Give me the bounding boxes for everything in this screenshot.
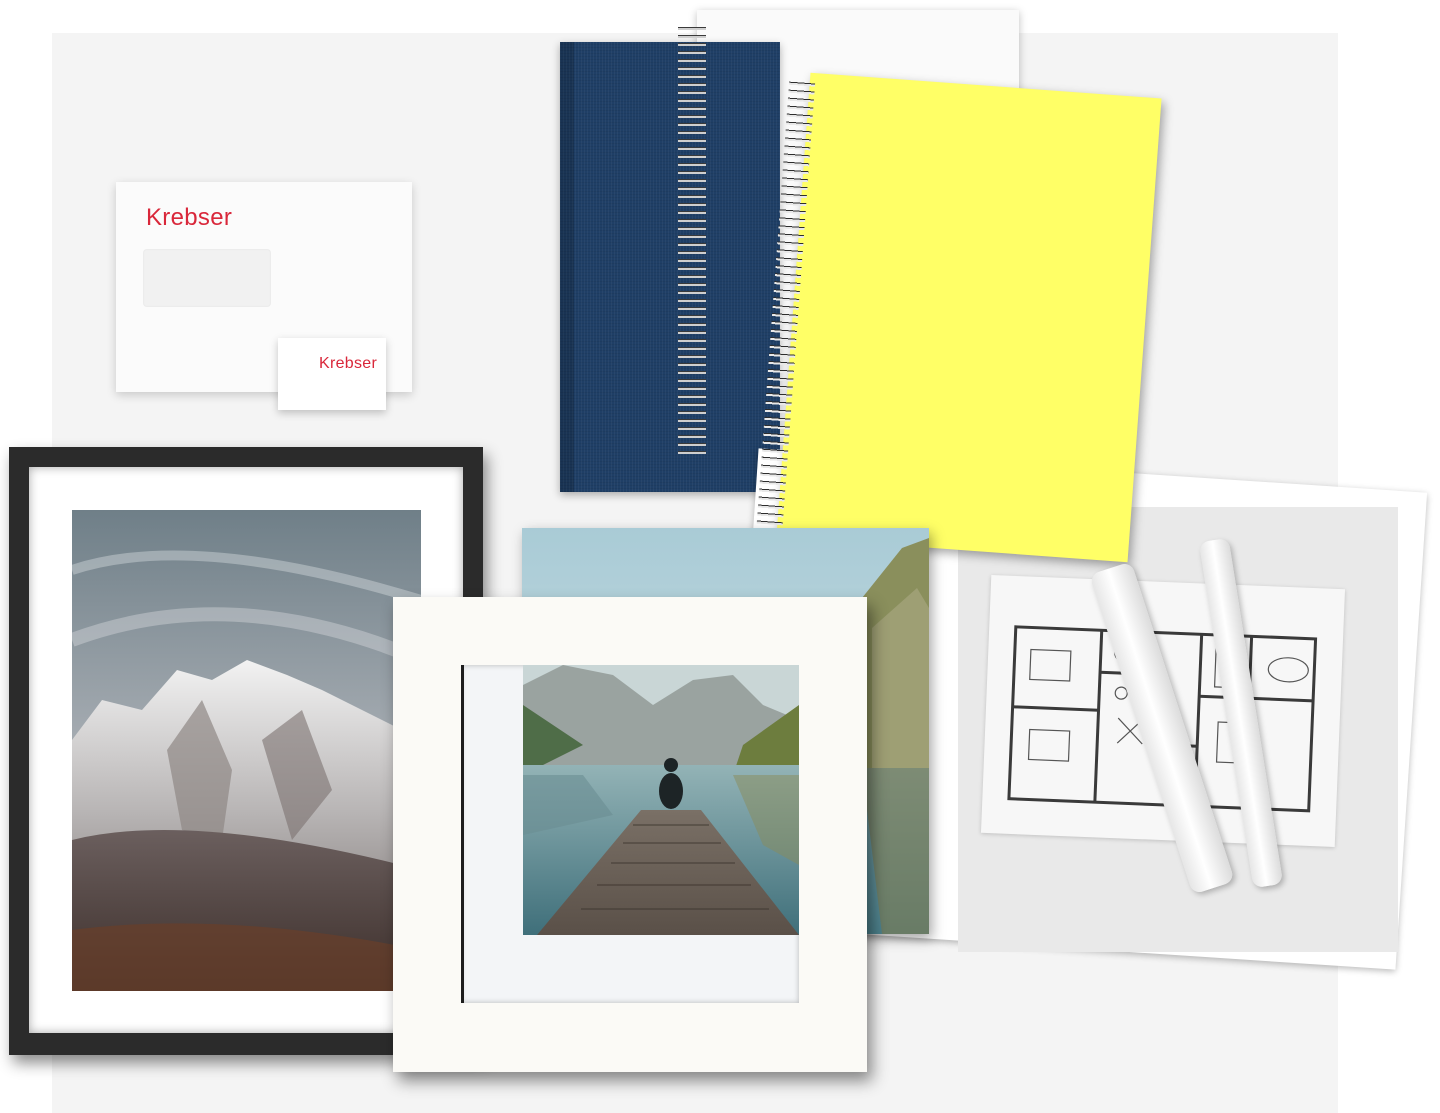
- dock-photo: [523, 665, 799, 935]
- yellow-notebook: [776, 72, 1162, 563]
- frame-opening: [461, 665, 799, 1003]
- navy-notebook: [560, 42, 780, 492]
- envelope-window: [143, 249, 271, 307]
- navy-notebook-spine: [560, 42, 574, 492]
- business-card: Krebser: [278, 338, 386, 410]
- white-picture-frame: [393, 597, 867, 1072]
- business-card-logo: Krebser: [319, 355, 378, 372]
- mountain-photo: [72, 510, 421, 991]
- yellow-notebook-group: [756, 72, 1162, 575]
- spiral-binding: [678, 24, 706, 454]
- envelope-logo: Krebser: [146, 204, 233, 231]
